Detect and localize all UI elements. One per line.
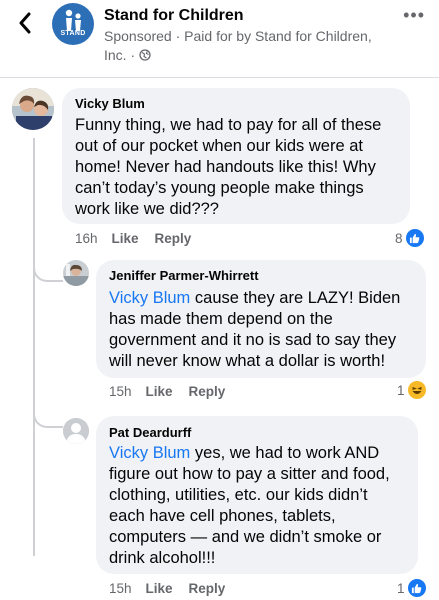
- comment-text: Vicky Blum yes, we had to work AND figur…: [109, 443, 419, 569]
- comment-meta: 15h Like Reply: [109, 581, 241, 596]
- post-header: STAND Stand for Children Sponsored · Pai…: [0, 0, 439, 78]
- thread-branch: [33, 262, 63, 282]
- page-logo[interactable]: STAND: [52, 3, 94, 45]
- reply-button[interactable]: Reply: [155, 231, 192, 246]
- comment-author[interactable]: Pat Deardurff: [109, 425, 191, 440]
- comment-author[interactable]: Vicky Blum: [75, 96, 145, 111]
- comment-line: figure out how to pay a sitter and food,: [109, 465, 390, 483]
- avatar-vicky-blum[interactable]: [12, 88, 54, 130]
- mention-link[interactable]: Vicky Blum: [109, 289, 190, 307]
- comment-text: Funny thing, we had to pay for all of th…: [75, 115, 405, 220]
- comment-line: clothing, utilities, etc. our kids didn’…: [109, 486, 368, 504]
- comment-line: work like we did???: [75, 200, 219, 218]
- comment-line: Vicky Blum cause they are LAZY! Biden: [109, 288, 424, 309]
- like-reaction-icon: [405, 229, 424, 247]
- comment-line-rest: cause they are LAZY! Biden: [190, 289, 401, 307]
- reaction-summary[interactable]: 1: [397, 579, 426, 597]
- reaction-summary[interactable]: 8: [395, 229, 424, 247]
- comment-line: computers — and we didn’t smoke or: [109, 528, 382, 546]
- comment-line: each have cell phones, tablets,: [109, 507, 336, 525]
- comment-line: has made them depend on the: [109, 310, 333, 328]
- comment-line: government and it no is sad to say they: [109, 331, 397, 349]
- profile-photo-icon: [63, 260, 89, 286]
- thread-branch: [33, 408, 63, 428]
- like-button[interactable]: Like: [146, 581, 173, 596]
- logo-text: STAND: [60, 30, 86, 37]
- globe-icon: [139, 49, 151, 61]
- default-user-icon: [63, 418, 89, 444]
- reaction-count: 8: [395, 230, 403, 246]
- page-name[interactable]: Stand for Children: [104, 7, 244, 25]
- comment-line: drink alcohol!!!: [109, 549, 216, 567]
- avatar-jeniffer-parmer-whirrett[interactable]: [63, 260, 89, 286]
- comment-meta: 15h Like Reply: [109, 384, 241, 399]
- comment-text: Vicky Blum cause they are LAZY! Biden ha…: [109, 288, 424, 372]
- profile-photo-icon: [12, 88, 54, 130]
- reaction-summary[interactable]: 1: [397, 381, 426, 399]
- comment-line: Funny thing, we had to pay for all of th…: [75, 116, 382, 134]
- comment-meta: 16h Like Reply: [75, 231, 207, 246]
- family-figures-icon: [65, 9, 81, 31]
- avatar-pat-deardurff[interactable]: [63, 418, 89, 444]
- chevron-left-icon: [19, 12, 31, 34]
- comment-line-rest: yes, we had to work AND: [190, 444, 380, 462]
- reply-button[interactable]: Reply: [189, 384, 226, 399]
- comment-line: Vicky Blum yes, we had to work AND: [109, 443, 419, 464]
- like-reaction-icon: [407, 579, 426, 597]
- comment-time: 16h: [75, 231, 98, 246]
- more-options-button[interactable]: •••: [403, 6, 425, 24]
- comment-author[interactable]: Jeniffer Parmer-Whirrett: [109, 268, 259, 283]
- comment-line: out of our pocket when our kids were at: [75, 137, 363, 155]
- reply-button[interactable]: Reply: [189, 581, 226, 596]
- back-button[interactable]: [8, 6, 42, 40]
- comment-line: home! Never had handouts like this! Why: [75, 158, 376, 176]
- comment-time: 15h: [109, 384, 132, 399]
- like-button[interactable]: Like: [146, 384, 173, 399]
- comment-time: 15h: [109, 581, 132, 596]
- comment-line: will never know what a dollar is worth!: [109, 352, 386, 370]
- sponsor-line: Sponsored · Paid for by Stand for Childr…: [104, 28, 372, 63]
- comment-line: can’t today’s young people make things: [75, 179, 364, 197]
- thread-line: [33, 138, 35, 556]
- mention-link[interactable]: Vicky Blum: [109, 444, 190, 462]
- haha-reaction-icon: [407, 381, 426, 399]
- like-button[interactable]: Like: [112, 231, 139, 246]
- reaction-count: 1: [397, 580, 405, 596]
- reaction-count: 1: [397, 382, 405, 398]
